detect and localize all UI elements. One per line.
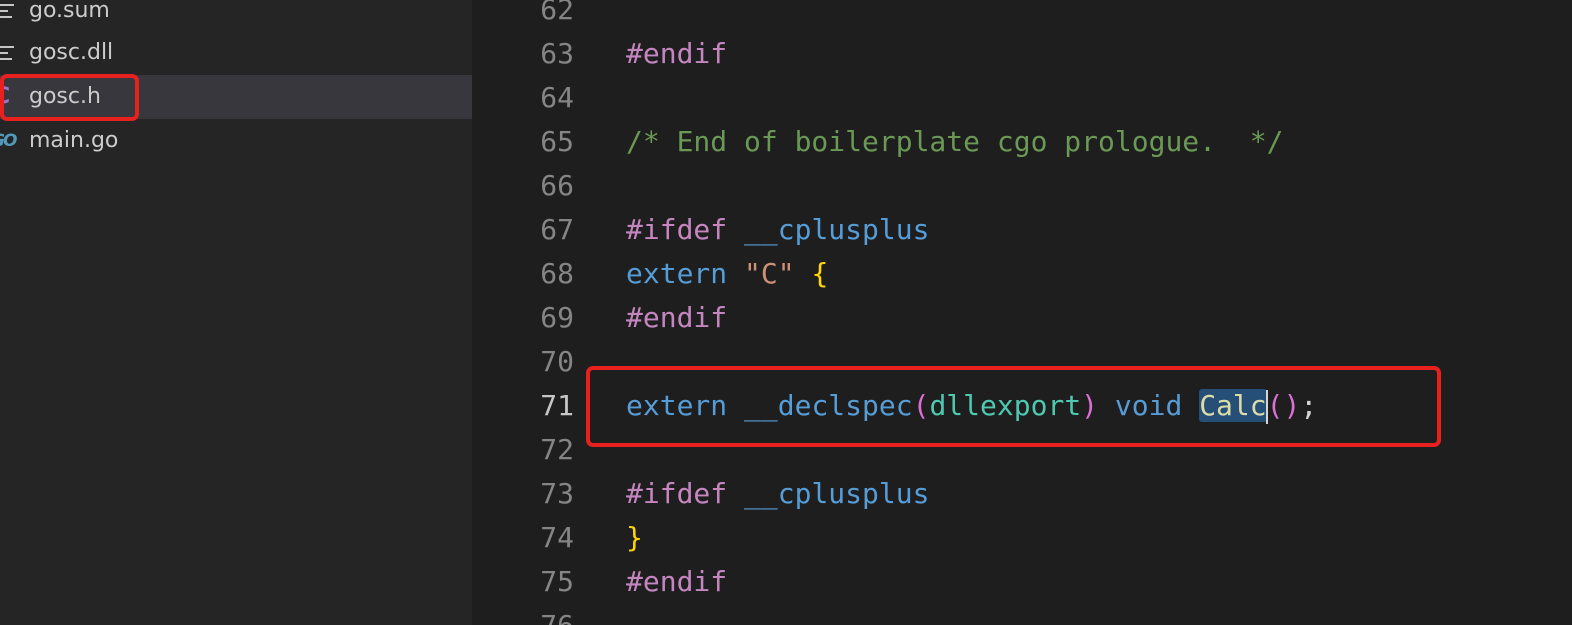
code-text: #ifdef __cplusplus: [626, 208, 929, 252]
code-token-keyword: extern: [626, 389, 728, 422]
code-text: #endif: [626, 296, 727, 340]
c-file-icon: C: [0, 84, 11, 109]
code-text: #ifdef __cplusplus: [626, 472, 929, 516]
file-label: main.go: [29, 128, 119, 153]
code-token-ident: dllexport: [929, 389, 1082, 422]
code-line[interactable]: 73 #ifdef __cplusplus: [472, 472, 1572, 516]
explorer-sidebar: go.sum gosc.dll C gosc.h GO main.go: [0, 0, 472, 625]
code-line[interactable]: 72: [472, 428, 1572, 472]
code-token-keyword: __declspec: [744, 389, 913, 422]
code-text: extern "C" {: [626, 252, 828, 296]
code-text: extern __declspec(dllexport) void Calc()…: [626, 384, 1317, 428]
code-token-func: Calc: [1199, 389, 1267, 422]
lines-icon: [0, 0, 26, 33]
line-number: 74: [540, 521, 574, 554]
code-line[interactable]: 63 #endif: [472, 32, 1572, 76]
code-token-preproc: #ifdef: [626, 213, 728, 246]
code-editor[interactable]: 62 63 #endif 64 65 /* End of boilerplate cgo …: [472, 0, 1572, 625]
file-label: go.sum: [29, 0, 110, 23]
code-line[interactable]: 66: [472, 164, 1572, 208]
line-number: 72: [540, 433, 574, 466]
code-line[interactable]: 70: [472, 340, 1572, 384]
code-line[interactable]: 76: [472, 604, 1572, 625]
code-token-preproc: #endif: [626, 37, 728, 70]
code-token-preproc: #endif: [626, 565, 728, 598]
code-token-brace: {: [811, 257, 829, 290]
code-text: }: [626, 516, 643, 560]
line-number: 69: [540, 301, 574, 334]
code-line[interactable]: 74}: [472, 516, 1572, 560]
code-token-macro: __cplusplus: [744, 213, 930, 246]
code-token-macro: __cplusplus: [744, 477, 930, 510]
line-number: 75: [540, 565, 574, 598]
code-token-brace: }: [626, 521, 643, 554]
go-file-icon: GO: [0, 131, 17, 151]
file-label: gosc.h: [29, 84, 101, 109]
code-line[interactable]: 68 extern "C" {: [472, 252, 1572, 296]
line-number: 73: [540, 477, 574, 510]
line-number: 64: [540, 81, 574, 114]
code-text: #endif: [626, 32, 727, 76]
line-number: 71: [540, 389, 574, 422]
line-number: 76: [472, 604, 574, 625]
line-number: 63: [540, 37, 574, 70]
file-item-gosc-dll[interactable]: gosc.dll: [0, 31, 472, 75]
code-text: /* End of boilerplate cgo prologue. */: [626, 120, 1283, 164]
code-token-comment: /* End of boilerplate cgo prologue. */: [626, 125, 1284, 158]
code-token-paren: ): [1081, 389, 1099, 422]
line-number: 66: [540, 169, 574, 202]
code-line[interactable]: 71 extern __declspec(dllexport) void Calc…: [472, 384, 1572, 428]
file-item-go-sum[interactable]: go.sum: [0, 0, 472, 33]
code-text: #endif: [626, 560, 727, 604]
code-line[interactable]: 69 #endif: [472, 296, 1572, 340]
code-line[interactable]: 64: [472, 76, 1572, 120]
file-item-gosc-h[interactable]: C gosc.h: [0, 75, 472, 119]
line-number: 65: [540, 125, 574, 158]
line-number: 68: [540, 257, 574, 290]
code-token-keyword: extern: [626, 257, 728, 290]
code-line[interactable]: 62: [472, 0, 1572, 32]
line-number: 67: [540, 213, 574, 246]
code-token-paren: (): [1266, 389, 1301, 422]
code-token-paren: (: [912, 389, 930, 422]
file-label: gosc.dll: [29, 40, 114, 65]
code-token-keyword: void: [1114, 389, 1183, 422]
code-line[interactable]: 67 #ifdef __cplusplus: [472, 208, 1572, 252]
code-token-preproc: #ifdef: [626, 477, 728, 510]
file-item-main-go[interactable]: GO main.go: [0, 119, 472, 163]
code-line[interactable]: 75 #endif: [472, 560, 1572, 604]
line-number: 70: [540, 345, 574, 378]
line-number: 62: [540, 0, 574, 26]
code-token-string: "C": [744, 257, 795, 290]
code-token-plain: ;: [1300, 389, 1318, 422]
code-token-preproc: #endif: [626, 301, 728, 334]
code-line[interactable]: 65 /* End of boilerplate cgo prologue. */: [472, 120, 1572, 164]
lines-icon: [0, 31, 26, 75]
